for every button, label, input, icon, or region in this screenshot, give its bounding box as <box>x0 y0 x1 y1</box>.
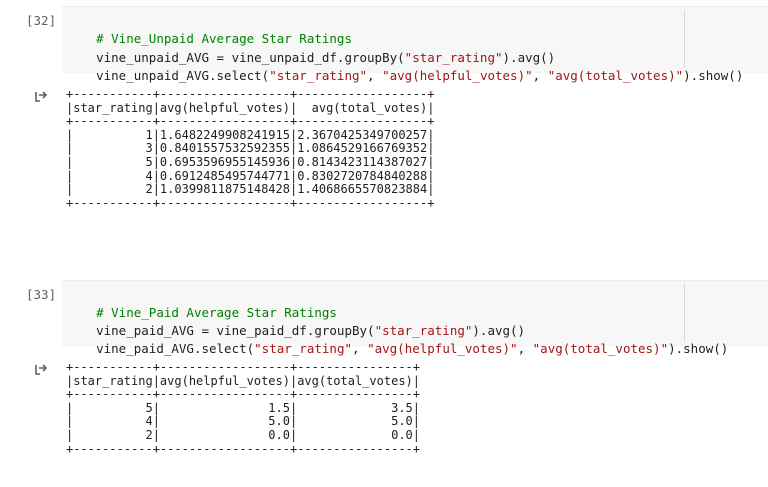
execution-count: [33] <box>26 287 57 302</box>
ruler-line <box>684 10 685 68</box>
code-string: "avg(helpful_votes)" <box>382 68 533 83</box>
code-text: , <box>352 341 368 356</box>
output-table: +-----------+------------------+--------… <box>66 360 421 456</box>
execution-count: [32] <box>26 13 57 28</box>
code-string: "star_rating" <box>269 68 368 83</box>
code-string: "avg(helpful_votes)" <box>367 341 518 356</box>
code-string: "avg(total_votes)" <box>532 341 669 356</box>
code-text: vine_unpaid_AVG.select( <box>96 68 270 83</box>
code-text: , <box>532 68 548 83</box>
output-arrow-icon[interactable] <box>34 363 48 377</box>
code-cell-33[interactable]: [33] # Vine_Paid Average Star Ratings vi… <box>0 276 768 487</box>
code-string: "avg(total_votes)" <box>547 68 684 83</box>
code-text: ).show() <box>683 68 744 83</box>
ruler-line <box>684 284 685 342</box>
output-table: +-----------+------------------+--------… <box>66 87 435 210</box>
code-text: , <box>367 68 383 83</box>
code-text: , <box>517 341 533 356</box>
code-text: ).show() <box>668 341 729 356</box>
code-string: "star_rating" <box>254 341 352 356</box>
code-cell-32[interactable]: [32] # Vine_Unpaid Average Star Ratings … <box>0 0 768 250</box>
code-text: vine_paid_AVG.select( <box>96 341 255 356</box>
output-arrow-icon[interactable] <box>34 90 48 104</box>
